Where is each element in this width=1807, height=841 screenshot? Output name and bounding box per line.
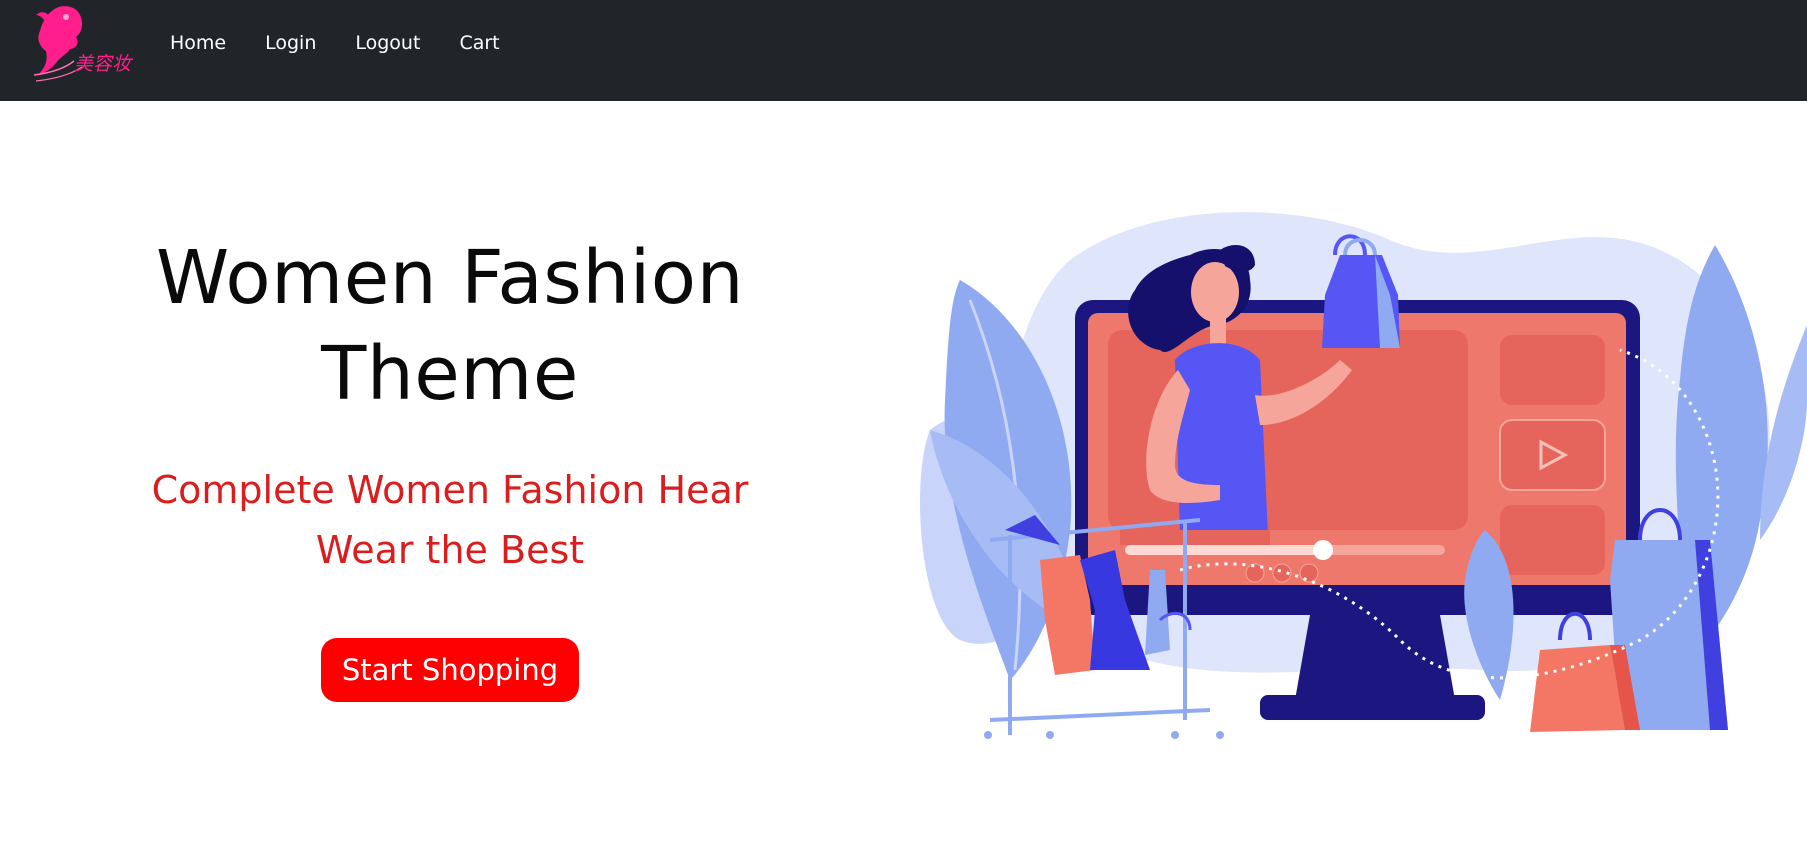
nav-link-logout[interactable]: Logout — [355, 27, 420, 59]
hero-text-block: Women Fashion Theme Complete Women Fashi… — [90, 230, 810, 702]
brand-logo[interactable]: 美容妆 — [30, 3, 136, 87]
hero-subtitle: Complete Women Fashion Hear Wear the Bes… — [90, 460, 810, 580]
hero-subtitle-line2: Wear the Best — [315, 528, 585, 572]
nav-link-login[interactable]: Login — [265, 27, 316, 59]
hero-subtitle-line1: Complete Women Fashion Hear — [151, 468, 749, 512]
hero-title-line1: Women Fashion — [156, 235, 744, 321]
play-video-button — [1499, 419, 1606, 491]
cta-container: Start Shopping — [90, 638, 810, 702]
start-shopping-button[interactable]: Start Shopping — [320, 638, 580, 702]
nav-link-home[interactable]: Home — [170, 27, 226, 59]
online-fashion-shopping-illustration — [920, 200, 1807, 760]
navbar: 美容妆 Home Login Logout Cart — [0, 0, 1807, 101]
nav-link-cart[interactable]: Cart — [459, 27, 499, 59]
illustration-svg — [920, 212, 1807, 739]
hero-title-line2: Theme — [321, 331, 579, 417]
hero-title: Women Fashion Theme — [90, 230, 810, 422]
main-nav: Home Login Logout Cart — [170, 27, 500, 59]
brand-logo-text: 美容妆 — [74, 53, 132, 75]
